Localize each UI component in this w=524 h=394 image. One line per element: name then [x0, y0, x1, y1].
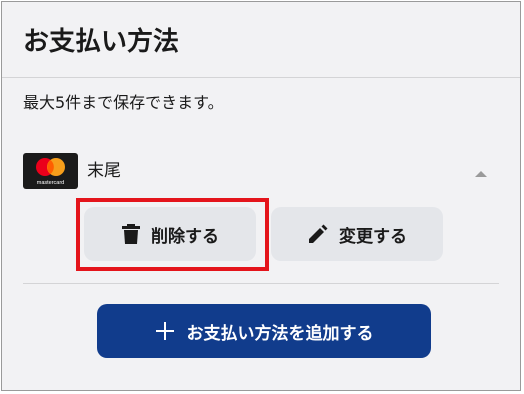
- edit-button[interactable]: 変更する: [271, 207, 443, 261]
- limit-description: 最大5件まで保存できます。: [23, 93, 224, 112]
- delete-button-label: 削除する: [151, 226, 219, 246]
- payment-methods-panel: お支払い方法 最大5件まで保存できます。 mastercard 末尾 削除する: [1, 1, 521, 391]
- trash-icon: [121, 223, 141, 245]
- mastercard-logo: mastercard: [23, 153, 78, 189]
- add-payment-method-label: お支払い方法を追加する: [186, 323, 374, 343]
- card-name: 末尾: [87, 161, 121, 181]
- add-payment-method-button[interactable]: お支払い方法を追加する: [97, 304, 431, 358]
- page-title: お支払い方法: [23, 27, 180, 57]
- delete-button[interactable]: 削除する: [84, 207, 256, 261]
- chevron-up-icon[interactable]: [473, 165, 489, 177]
- pencil-icon: [307, 223, 329, 245]
- saved-card-row[interactable]: mastercard 末尾: [23, 152, 501, 190]
- edit-button-label: 変更する: [339, 226, 407, 246]
- mastercard-wordmark: mastercard: [37, 180, 65, 186]
- header-divider: [2, 77, 520, 78]
- plus-icon: [155, 321, 175, 341]
- section-divider: [23, 283, 499, 284]
